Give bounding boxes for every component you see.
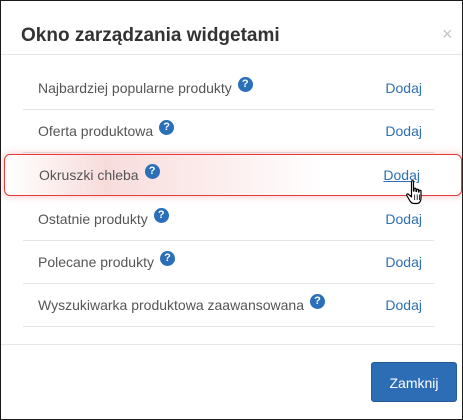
help-icon[interactable]: ? [159, 250, 175, 266]
help-icon[interactable]: ? [153, 207, 169, 223]
footer-divider [1, 344, 462, 345]
add-widget-link[interactable]: Dodaj [385, 80, 422, 96]
dialog-title: Okno zarządzania widgetami [21, 25, 280, 46]
help-icon[interactable]: ? [310, 293, 325, 309]
widget-row-ostatnie-produkty: Ostatnie produkty ? Dodaj [23, 198, 434, 241]
help-icon[interactable]: ? [237, 76, 253, 92]
hand-pointer-icon [406, 180, 422, 205]
help-icon[interactable]: ? [159, 119, 175, 135]
close-button[interactable]: Zamknij [371, 362, 457, 402]
widget-label: Najbardziej popularne produkty [38, 80, 232, 96]
add-widget-link[interactable]: Dodaj [385, 297, 422, 313]
widget-row-oferta-produktowa: Oferta produktowa ? Dodaj [23, 110, 434, 153]
close-icon[interactable]: × [442, 25, 453, 43]
widget-row-polecane-produkty: Polecane produkty ? Dodaj [23, 241, 434, 284]
widget-label: Wyszukiwarka produktowa zaawansowana [38, 297, 304, 313]
add-widget-link[interactable]: Dodaj [385, 211, 422, 227]
add-widget-link[interactable]: Dodaj [385, 254, 422, 270]
widget-label: Okruszki chleba [39, 167, 139, 183]
widget-row-najbardziej-popularne: Najbardziej popularne produkty ? Dodaj [23, 67, 434, 110]
widget-label: Ostatnie produkty [38, 211, 148, 227]
add-widget-link[interactable]: Dodaj [385, 123, 422, 139]
widget-row-wyszukiwarka: Wyszukiwarka produktowa zaawansowana ? D… [23, 284, 434, 327]
dialog-header: Okno zarządzania widgetami × [1, 1, 462, 71]
help-icon[interactable]: ? [144, 163, 160, 179]
widget-label: Polecane produkty [38, 254, 154, 270]
header-divider [1, 54, 462, 55]
widget-row-okruszki-chleba: Okruszki chleba ? Dodaj [4, 154, 462, 196]
widget-manager-dialog: Okno zarządzania widgetami × Najbardziej… [0, 0, 463, 420]
widget-label: Oferta produktowa [38, 123, 154, 139]
